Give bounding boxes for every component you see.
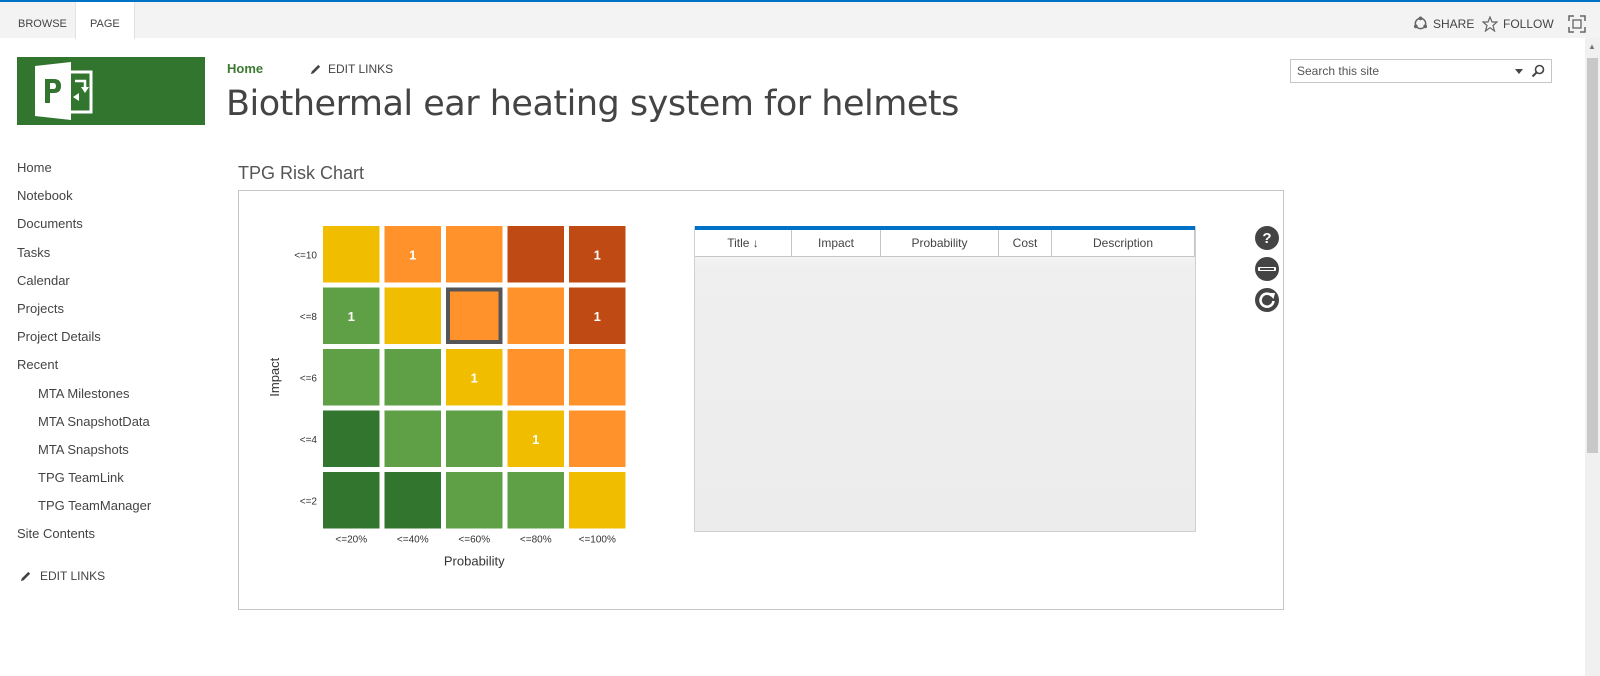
svg-text:?: ? [1262,230,1271,247]
y-axis-title: Impact [267,357,282,396]
risk-cell-count: 1 [594,247,601,262]
risk-cell[interactable] [507,287,565,345]
follow-label: FOLLOW [1503,17,1554,31]
x-tick-label: <=60% [458,535,490,546]
risk-cell[interactable] [569,410,626,468]
risk-cell[interactable] [323,410,380,468]
y-tick-label: <=8 [300,312,318,323]
refresh-button[interactable] [1255,288,1279,312]
risk-cell[interactable] [507,472,565,529]
share-button[interactable]: SHARE [1413,16,1474,31]
x-tick-label: <=40% [397,535,429,546]
search-box [1290,59,1552,83]
grid-column-header[interactable]: Description [1052,230,1195,256]
grid-column-header[interactable]: Probability [881,230,999,256]
risk-cell-count: 1 [471,370,478,385]
risk-cell[interactable] [507,349,565,406]
refresh-icon [1259,292,1275,308]
risk-cell[interactable] [569,349,626,406]
help-button[interactable]: ? [1255,226,1279,250]
follow-button[interactable]: FOLLOW [1482,16,1554,32]
star-icon [1482,16,1498,32]
risk-heatmap-chart: 1 1 1 1 1 1 <=10 <=8 <=6 <=4 <=2 <=20% <=40% <=60% <=8… [267,226,626,569]
x-tick-label: <=80% [520,535,552,546]
grid-column-header[interactable]: Title ↓ [695,230,792,256]
risk-cell[interactable] [507,226,565,283]
risk-cell-count: 1 [594,309,601,324]
help-icon: ? [1262,230,1271,247]
share-label: SHARE [1433,16,1475,31]
scrollbar-thumb[interactable] [1587,58,1598,453]
risk-list-grid: Title ↓ Impact Probability Cost Description [694,226,1196,532]
risk-cell[interactable] [384,349,442,406]
risk-cell[interactable] [384,472,442,529]
risk-cell[interactable] [446,226,503,283]
y-tick-label: <=10 [294,250,317,261]
vertical-scrollbar[interactable]: ▲ [1585,38,1600,676]
risk-cell[interactable] [446,410,503,468]
risk-cell[interactable] [323,349,380,406]
risk-cell[interactable] [323,226,380,283]
search-input[interactable] [1291,60,1513,82]
grid-header-row: Title ↓ Impact Probability Cost Description [695,230,1195,257]
y-tick-label: <=4 [300,435,318,446]
risk-cell[interactable] [569,472,626,529]
share-icon [1413,16,1428,30]
risk-cell[interactable] [323,472,380,529]
scroll-up-arrow-icon[interactable]: ▲ [1588,42,1596,51]
x-tick-label: <=100% [579,535,616,546]
grid-column-header[interactable]: Cost [999,230,1052,256]
tpg-logo-button[interactable] [1255,257,1279,281]
x-tick-label: <=20% [335,535,367,546]
y-tick-label: <=2 [300,496,318,507]
risk-cell-count: 1 [532,432,539,447]
focus-on-content-icon[interactable] [1567,14,1587,34]
risk-cell-count: 1 [409,247,416,262]
x-axis-title: Probability [444,554,505,569]
risk-cell-count: 1 [348,309,355,324]
tpg-logo-icon [1258,267,1276,271]
risk-cell[interactable] [384,287,442,345]
search-scope-dropdown-icon[interactable] [1513,65,1525,77]
search-icon[interactable] [1531,64,1545,78]
y-tick-label: <=6 [300,373,318,384]
grid-column-header[interactable]: Impact [792,230,881,256]
risk-cell[interactable] [446,472,503,529]
risk-cell[interactable] [384,410,442,468]
risk-cell[interactable] [446,287,503,345]
